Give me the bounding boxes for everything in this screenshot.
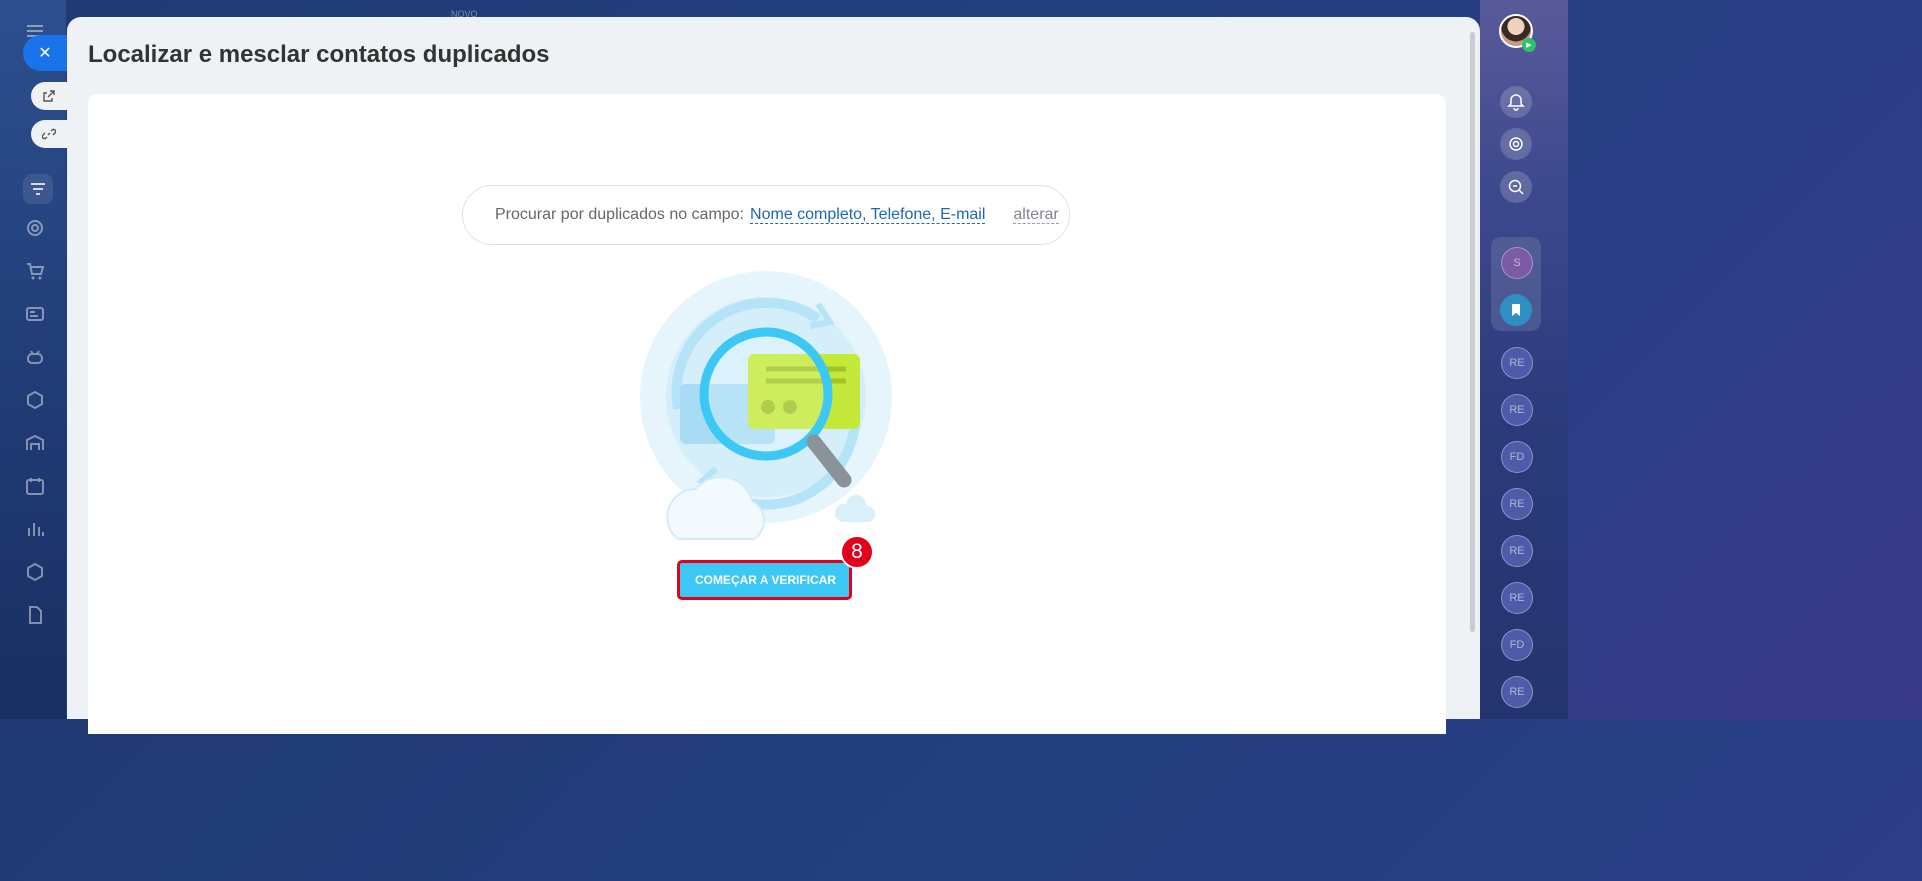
analytics-icon[interactable] (24, 518, 46, 540)
document-icon[interactable] (24, 604, 46, 626)
fields-value-link[interactable]: Nome completo, Telefone, E-mail (750, 206, 986, 224)
bell-icon (1507, 94, 1525, 111)
close-icon: ✕ (38, 45, 52, 62)
link-icon (42, 128, 56, 140)
box-icon[interactable] (24, 389, 46, 411)
chat-avatar[interactable]: RE (1501, 488, 1533, 520)
chat-avatar[interactable]: RE (1501, 394, 1533, 426)
chat-avatar[interactable]: FD (1501, 629, 1533, 661)
duplicate-fields-selector: Procurar por duplicados no campo: Nome c… (462, 185, 1070, 245)
search-duplicates-illustration (640, 271, 892, 540)
online-status-icon: ▶ (1522, 38, 1536, 52)
funnel-icon[interactable] (23, 174, 53, 204)
scrollbar[interactable] (1470, 32, 1475, 632)
calendar-icon[interactable] (24, 475, 46, 497)
chat-avatar[interactable]: RE (1501, 582, 1533, 614)
close-button[interactable]: ✕ (23, 35, 67, 71)
chat-avatar[interactable]: RE (1501, 535, 1533, 567)
chat-avatar[interactable]: RE (1501, 676, 1533, 708)
external-link-icon (43, 90, 55, 102)
page-title: Localizar e mesclar contatos duplicados (88, 41, 550, 68)
messages-search-button[interactable] (1500, 171, 1532, 203)
warehouse-icon[interactable] (24, 432, 46, 454)
copy-link-button[interactable] (31, 120, 67, 148)
cart-icon[interactable] (24, 260, 46, 282)
duplicates-slider: Localizar e mesclar contatos duplicados … (67, 17, 1480, 734)
bookmark-icon (1512, 304, 1520, 316)
tutorial-step-badge: 8 (840, 535, 874, 569)
goal-target-icon (1509, 137, 1523, 151)
chat-avatar[interactable]: FD (1501, 441, 1533, 473)
chat-avatar[interactable]: RE (1501, 347, 1533, 379)
target-icon[interactable] (24, 217, 46, 239)
hexagon-icon[interactable] (24, 561, 46, 583)
chat-avatar[interactable]: S (1501, 247, 1533, 279)
change-fields-link[interactable]: alterar (1013, 206, 1059, 224)
main-content: Procurar por duplicados no campo: Nome c… (88, 94, 1446, 734)
tutorial-highlight-frame (677, 560, 852, 600)
robot-icon[interactable] (24, 346, 46, 368)
fields-label: Procurar por duplicados no campo: (495, 206, 745, 223)
sales-goals-button[interactable] (1500, 128, 1532, 160)
bookmarks-button[interactable] (1500, 294, 1532, 326)
open-in-new-window-button[interactable] (31, 82, 67, 110)
chat-search-icon (1508, 179, 1524, 195)
contact-card-icon[interactable] (24, 303, 46, 325)
notifications-button[interactable] (1500, 86, 1532, 118)
